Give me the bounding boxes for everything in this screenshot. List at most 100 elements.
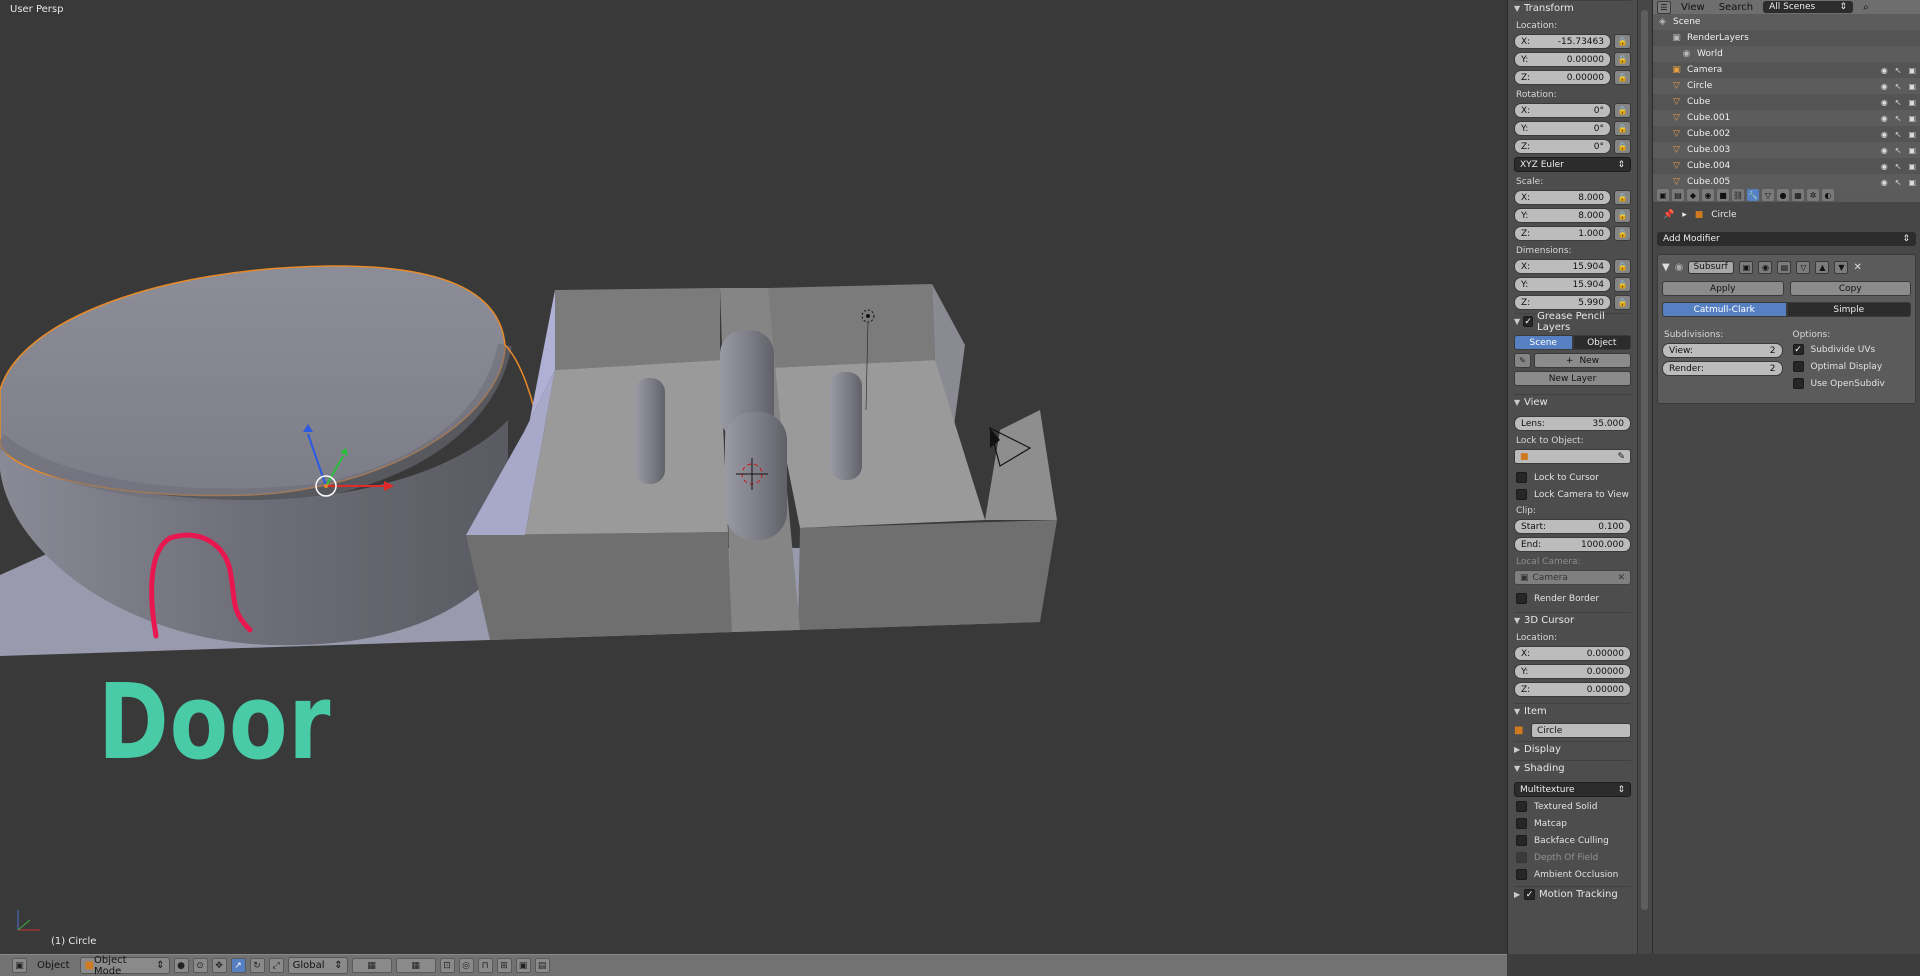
constraints-tab-icon[interactable]: ⛓ <box>1732 189 1744 201</box>
cursor-location-field[interactable]: Y: 0.00000 <box>1514 664 1631 679</box>
lock-object-field[interactable]: ■ ✎ <box>1514 449 1631 464</box>
camera-icon[interactable]: ▣ <box>1908 130 1916 139</box>
shading-option-checkbox[interactable] <box>1516 801 1527 812</box>
eye-icon[interactable]: ◉ <box>1881 66 1888 75</box>
dimensions-field[interactable]: Y: 15.904 <box>1514 277 1611 292</box>
modifier-name-field[interactable]: Subsurf <box>1688 260 1735 274</box>
location-field[interactable]: Y: 0.00000 <box>1514 52 1611 67</box>
visibility-toggles[interactable]: ◉ ↖ ▣ <box>1881 66 1916 75</box>
eye-icon[interactable]: ◉ <box>1881 114 1888 123</box>
cursor-icon[interactable]: ↖ <box>1895 162 1902 171</box>
cursor-icon[interactable]: ↖ <box>1895 146 1902 155</box>
lock-icon[interactable]: 🔒 <box>1614 103 1631 118</box>
simple-tab[interactable]: Simple <box>1786 302 1911 317</box>
data-tab-icon[interactable]: ▽ <box>1762 189 1774 201</box>
render-toggle-icon[interactable]: ▣ <box>1739 260 1754 274</box>
scale-field[interactable]: Z: 1.000 <box>1514 226 1611 241</box>
motion-header[interactable]: ▶ ✓ Motion Tracking <box>1514 886 1631 902</box>
visibility-toggles[interactable]: ◉ ↖ ▣ <box>1881 114 1916 123</box>
location-field[interactable]: X: -15.73463 <box>1514 34 1611 49</box>
transform-header[interactable]: ▼ Transform <box>1514 0 1631 16</box>
snap-icon[interactable]: ⊓ <box>477 958 493 973</box>
shading-header[interactable]: ▼ Shading <box>1514 760 1631 776</box>
scale-field[interactable]: X: 8.000 <box>1514 190 1611 205</box>
layers-2-icon[interactable]: ▦ <box>395 958 436 973</box>
camera-icon[interactable]: ▣ <box>1908 162 1916 171</box>
editor-type-icon[interactable]: ▣ <box>12 958 27 973</box>
eyedropper-icon[interactable]: ✎ <box>1617 452 1625 462</box>
cursor-icon[interactable]: ↖ <box>1895 130 1902 139</box>
lens-field[interactable]: Lens: 35.000 <box>1514 416 1631 431</box>
pencil-icon[interactable]: ✎ <box>1514 353 1531 368</box>
location-field[interactable]: Z: 0.00000 <box>1514 70 1611 85</box>
lock-icon[interactable]: 🔒 <box>1614 226 1631 241</box>
view-levels-field[interactable]: View: 2 <box>1662 343 1783 358</box>
object-tab[interactable]: Object <box>1572 335 1631 350</box>
clip-end-field[interactable]: End: 1000.000 <box>1514 537 1631 552</box>
rotation-field[interactable]: Z: 0° <box>1514 139 1611 154</box>
grease-header[interactable]: ▼ ✓ Grease Pencil Layers <box>1514 311 1631 333</box>
view-header[interactable]: ▼ View <box>1514 394 1631 410</box>
lock-icon[interactable]: 🔒 <box>1614 208 1631 223</box>
eye-icon[interactable]: ◉ <box>1881 146 1888 155</box>
world-tab-icon[interactable]: ◉ <box>1702 189 1714 201</box>
subdivide-uvs-checkbox[interactable]: ✓ <box>1792 344 1804 355</box>
move-up-icon[interactable]: ▲ <box>1815 260 1830 274</box>
outliner-row[interactable]: ◉ World <box>1653 46 1920 62</box>
cursor-icon[interactable]: ↖ <box>1895 66 1902 75</box>
lock-icon[interactable]: 🔒 <box>1614 277 1631 292</box>
collapse-icon[interactable]: ▼ <box>1662 262 1670 273</box>
scene-tab[interactable]: Scene <box>1514 335 1573 350</box>
3d-viewport[interactable]: User Persp Door (1) Circle <box>0 0 1507 954</box>
render-icon[interactable]: ▣ <box>515 958 531 973</box>
orientation-select[interactable]: Global ⇕ <box>287 957 348 974</box>
layers-tab-icon[interactable]: ▤ <box>1672 189 1684 201</box>
camera-icon[interactable]: ▣ <box>1908 178 1916 187</box>
camera-icon[interactable]: ▣ <box>1908 98 1916 107</box>
cursor-icon[interactable]: ↖ <box>1895 178 1902 187</box>
lock-icon[interactable]: 🔒 <box>1614 295 1631 310</box>
render-anim-icon[interactable]: ▤ <box>534 958 550 973</box>
camera-icon[interactable]: ▣ <box>1908 66 1916 75</box>
scene-tab-icon[interactable]: ◆ <box>1687 189 1699 201</box>
proportional-icon[interactable]: ◎ <box>458 958 474 973</box>
layers-icon[interactable]: ▦ <box>351 958 392 973</box>
modifiers-tab-icon[interactable]: 🔧 <box>1747 189 1759 201</box>
material-tab-icon[interactable]: ● <box>1777 189 1789 201</box>
search-icon[interactable]: ⌕ <box>1863 2 1869 13</box>
cursor-location-field[interactable]: Z: 0.00000 <box>1514 682 1631 697</box>
manipulator-icon[interactable]: ✥ <box>211 958 227 973</box>
eye-icon[interactable]: ◉ <box>1881 82 1888 91</box>
lock-cursor-checkbox[interactable] <box>1516 472 1527 483</box>
catmull-clark-tab[interactable]: Catmull-Clark <box>1662 302 1787 317</box>
cursor-header[interactable]: ▼ 3D Cursor <box>1514 612 1631 628</box>
eye-icon[interactable]: ◉ <box>1881 162 1888 171</box>
cage-toggle-icon[interactable]: ▽ <box>1796 260 1811 274</box>
close-icon[interactable]: ✕ <box>1853 262 1861 273</box>
cursor-icon[interactable]: ↖ <box>1895 98 1902 107</box>
display-header[interactable]: ▶ Display <box>1514 741 1631 757</box>
outliner-icon[interactable]: ☰ <box>1657 0 1671 14</box>
object-tab-icon[interactable]: ■ <box>1717 189 1729 201</box>
new-layer-button[interactable]: New Layer <box>1514 371 1631 386</box>
snap-target-icon[interactable]: ⊞ <box>496 958 512 973</box>
new-button[interactable]: + New <box>1534 353 1631 368</box>
search-menu[interactable]: Search <box>1715 2 1757 13</box>
copy-button[interactable]: Copy <box>1789 281 1911 296</box>
outliner-row[interactable]: ▽ Cube.002 ◉ ↖ ▣ <box>1653 126 1920 142</box>
scroll-thumb[interactable] <box>1641 10 1648 910</box>
visibility-toggles[interactable]: ◉ ↖ ▣ <box>1881 82 1916 91</box>
viewport-toggle-icon[interactable]: ◉ <box>1758 260 1773 274</box>
outliner-row[interactable]: ◈ Scene <box>1653 14 1920 30</box>
checkbox-icon[interactable]: ✓ <box>1524 889 1535 900</box>
dimensions-field[interactable]: Z: 5.990 <box>1514 295 1611 310</box>
translate-icon[interactable]: ↗ <box>230 958 246 973</box>
object-menu[interactable]: Object <box>37 960 70 971</box>
editmode-toggle-icon[interactable]: ▤ <box>1777 260 1792 274</box>
item-header[interactable]: ▼ Item <box>1514 703 1631 719</box>
render-border-checkbox[interactable] <box>1516 593 1527 604</box>
rotation-field[interactable]: Y: 0° <box>1514 121 1611 136</box>
visibility-toggles[interactable]: ◉ ↖ ▣ <box>1881 98 1916 107</box>
scale-icon[interactable]: ⤢ <box>268 958 284 973</box>
visibility-toggles[interactable]: ◉ ↖ ▣ <box>1881 162 1916 171</box>
